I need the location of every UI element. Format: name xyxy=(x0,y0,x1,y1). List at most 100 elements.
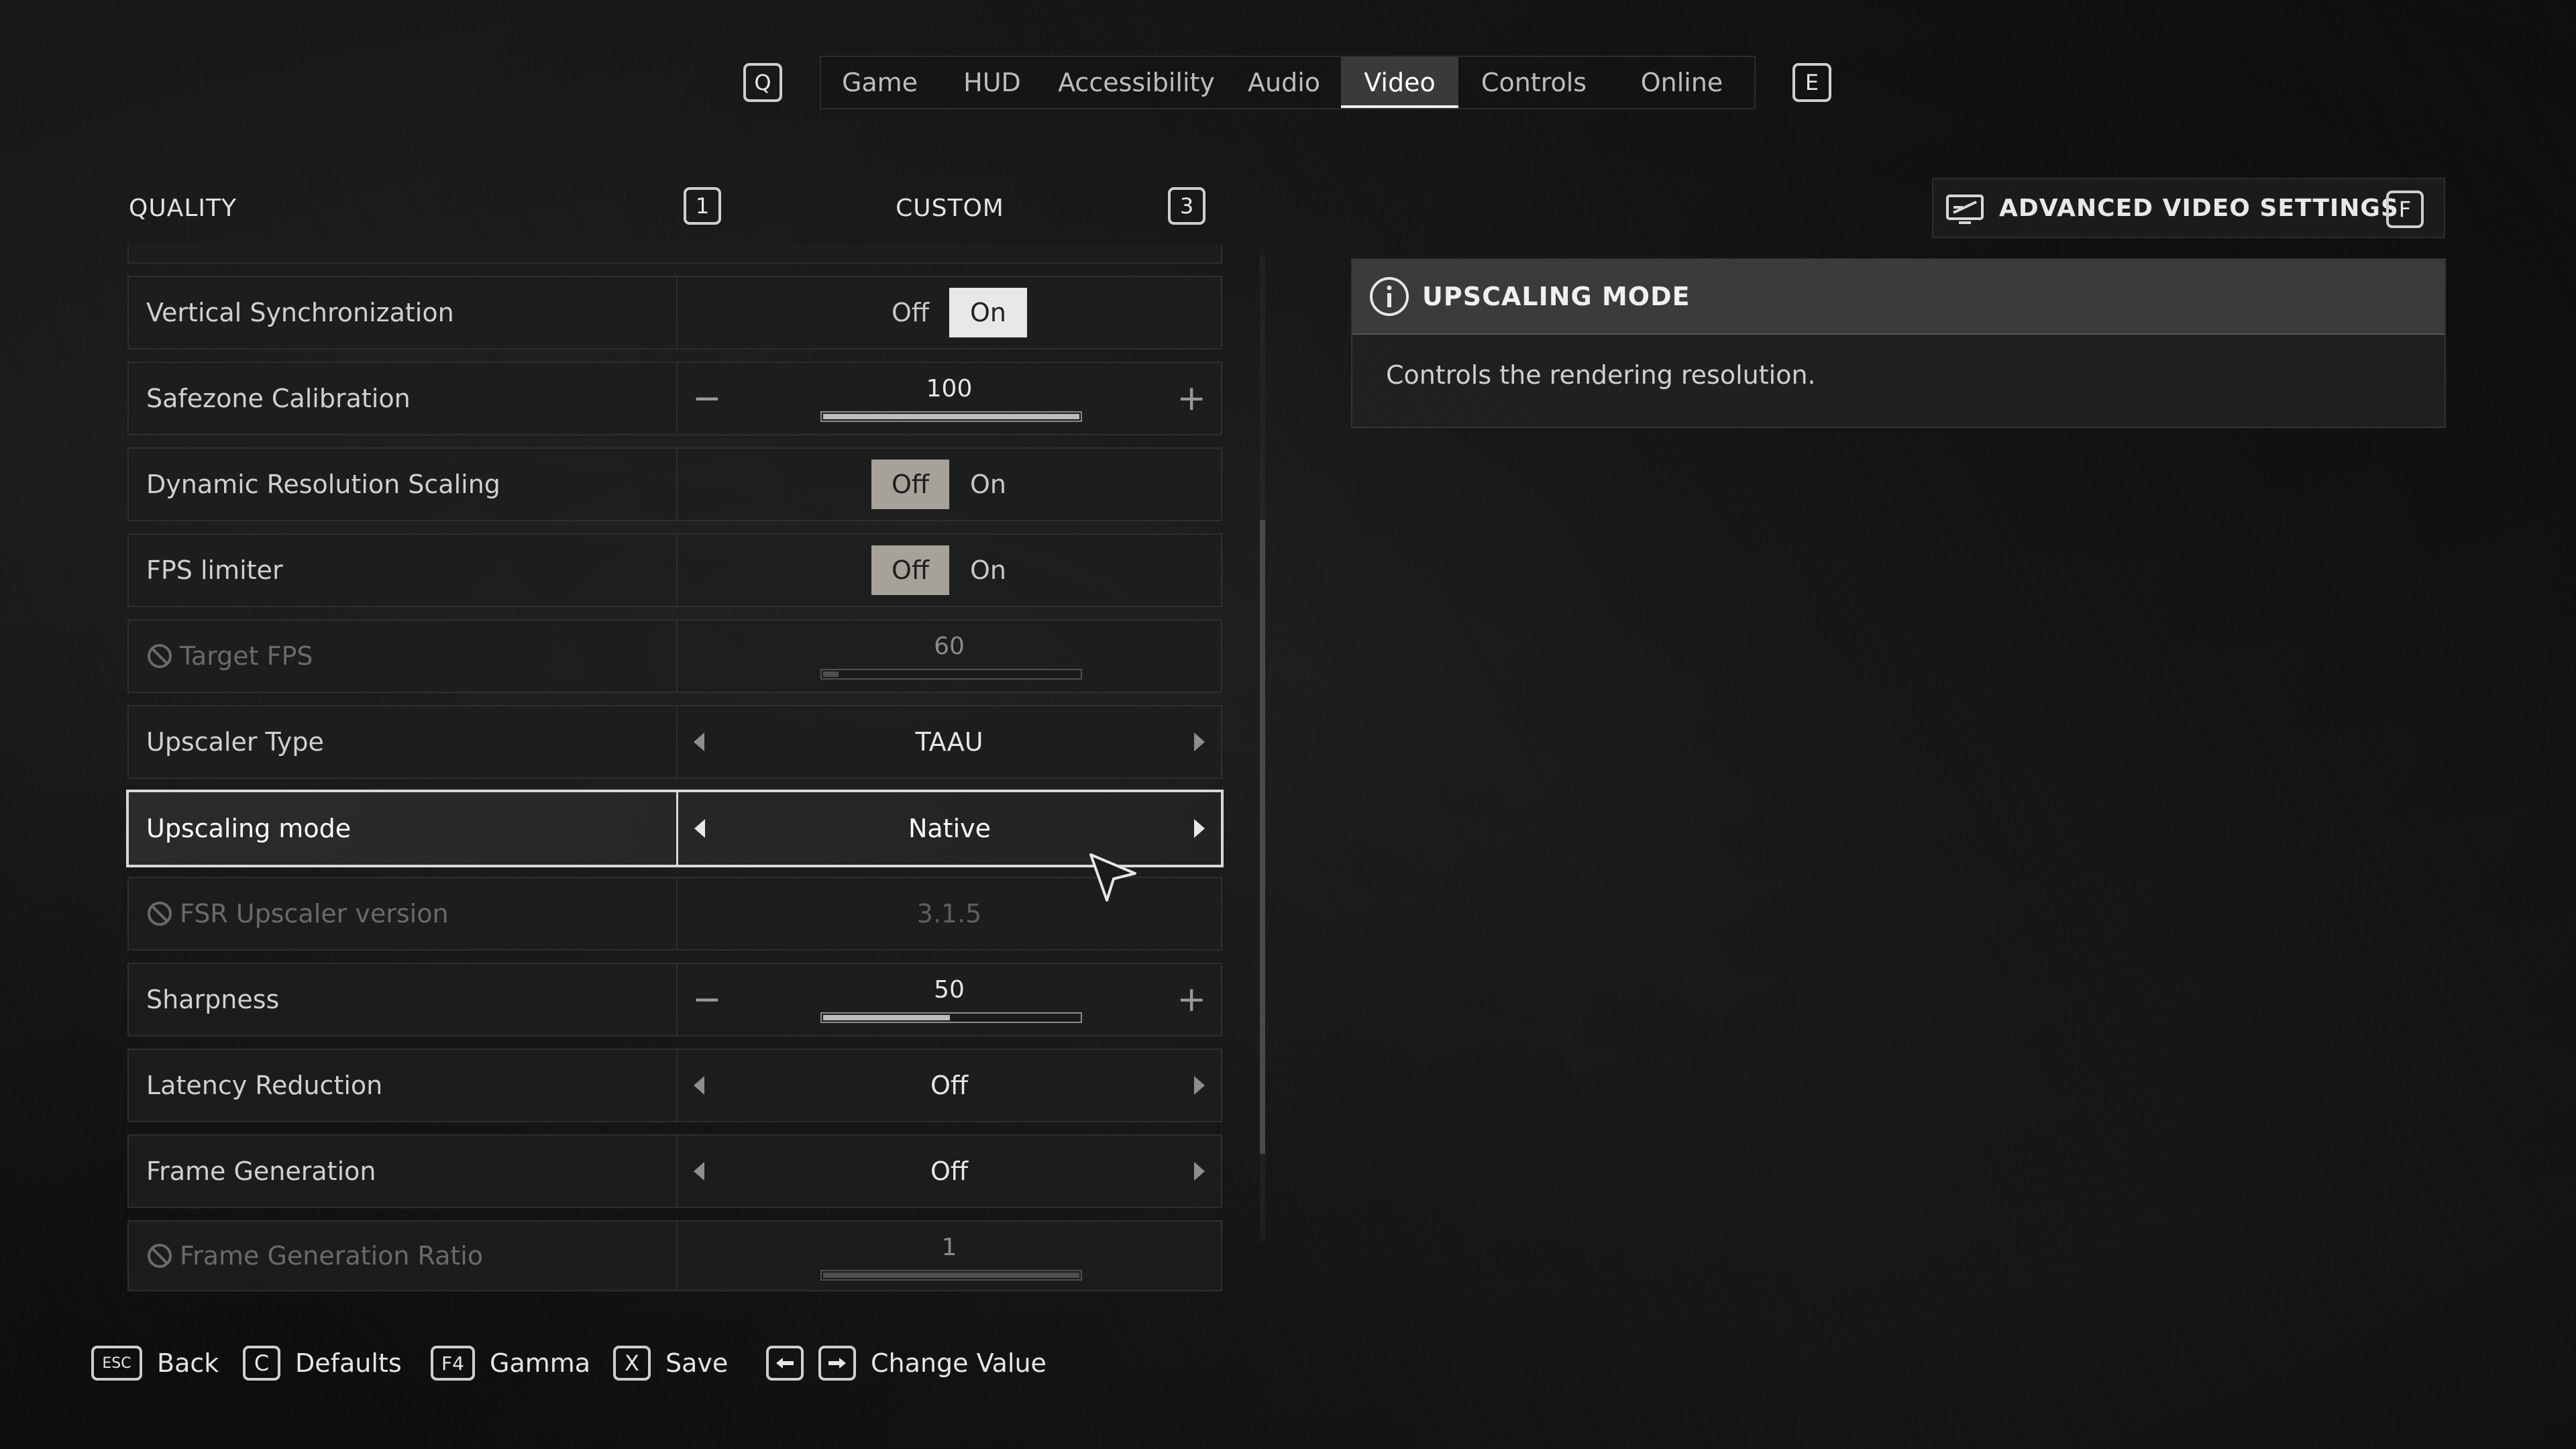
slider-track[interactable] xyxy=(820,1012,1082,1023)
setting-label: Vertical Synchronization xyxy=(146,298,454,327)
tab-video[interactable]: Video xyxy=(1341,57,1458,108)
setting-label-wrap: FSR Upscaler version xyxy=(146,878,449,949)
setting-row-latency-reduction[interactable]: Latency Reduction Off xyxy=(127,1049,1222,1122)
toggle-control[interactable]: Off On xyxy=(676,449,1221,520)
setting-row-target-fps: Target FPS 60 xyxy=(127,619,1222,693)
defaults-hint[interactable]: C Defaults xyxy=(243,1342,402,1385)
setting-label: Dynamic Resolution Scaling xyxy=(146,470,500,499)
arrow-right-icon[interactable] xyxy=(1194,1076,1205,1095)
toggle-off-option[interactable]: Off xyxy=(871,545,949,595)
info-icon xyxy=(1370,277,1409,316)
esc-key-label: ESC xyxy=(102,1354,131,1372)
slider-control: 1 xyxy=(676,1222,1221,1290)
back-label: Back xyxy=(157,1348,219,1378)
setting-row-upscaler-type[interactable]: Upscaler Type TAAU xyxy=(127,705,1222,779)
slider-fill xyxy=(823,672,839,677)
tab-hud[interactable]: HUD xyxy=(938,57,1046,108)
selector-control[interactable]: Off xyxy=(676,1050,1221,1121)
advanced-video-settings-button[interactable]: ADVANCED VIDEO SETTINGS F xyxy=(1932,178,2445,238)
disabled-icon xyxy=(148,644,172,668)
info-panel: UPSCALING MODE Controls the rendering re… xyxy=(1351,258,2446,428)
arrow-right-icon[interactable] xyxy=(1194,1162,1205,1181)
setting-row-frame-generation[interactable]: Frame Generation Off xyxy=(127,1134,1222,1208)
quality-next-key-label: 3 xyxy=(1179,193,1194,219)
setting-label: Upscaling mode xyxy=(146,814,352,843)
quality-prev-key[interactable]: 1 xyxy=(684,187,721,225)
tab-game[interactable]: Game xyxy=(821,57,938,108)
save-hint[interactable]: X Save xyxy=(613,1342,728,1385)
arrow-right-icon[interactable] xyxy=(1194,733,1205,751)
info-header: UPSCALING MODE xyxy=(1352,260,2445,335)
selector-control[interactable]: TAAU xyxy=(676,706,1221,777)
quality-next-key[interactable]: 3 xyxy=(1168,187,1205,225)
quality-label: QUALITY xyxy=(129,195,237,222)
arrow-left-key-icon xyxy=(776,1358,794,1368)
arrow-right-key-icon xyxy=(828,1358,846,1368)
toggle-control[interactable]: Off On xyxy=(676,535,1221,606)
arrow-right-icon[interactable] xyxy=(1194,819,1205,838)
toggle-off-option[interactable]: Off xyxy=(871,288,949,337)
slider-value: 50 xyxy=(934,976,965,1004)
setting-row-fps-limiter[interactable]: FPS limiter Off On xyxy=(127,533,1222,607)
back-hint[interactable]: ESC Back xyxy=(91,1342,219,1385)
c-key-label: C xyxy=(254,1350,270,1376)
prev-tab-key[interactable]: Q xyxy=(743,63,782,102)
slider-track xyxy=(820,669,1082,680)
tab-controls[interactable]: Controls xyxy=(1458,57,1609,108)
gamma-label: Gamma xyxy=(490,1348,591,1378)
increment-button[interactable]: + xyxy=(1177,381,1206,416)
disabled-icon xyxy=(148,1244,172,1268)
slider-fill xyxy=(823,1273,1079,1278)
tab-online[interactable]: Online xyxy=(1609,57,1754,108)
next-tab-key-label: E xyxy=(1805,70,1819,95)
setting-row-safezone[interactable]: Safezone Calibration − 100 + xyxy=(127,362,1222,435)
setting-label: Frame Generation xyxy=(146,1157,376,1186)
slider-track[interactable] xyxy=(820,411,1082,422)
setting-row-dynamic-resolution[interactable]: Dynamic Resolution Scaling Off On xyxy=(127,447,1222,521)
setting-row-fsr-version: FSR Upscaler version 3.1.5 xyxy=(127,877,1222,951)
slider-value: 1 xyxy=(941,1234,957,1261)
selector-control[interactable]: Off xyxy=(676,1136,1221,1207)
slider-track xyxy=(820,1270,1082,1281)
monitor-settings-icon xyxy=(1946,195,1984,224)
setting-label: FSR Upscaler version xyxy=(180,899,449,928)
left-arrow-key xyxy=(766,1346,804,1381)
selector-value: TAAU xyxy=(915,727,983,757)
setting-label: Upscaler Type xyxy=(146,727,324,757)
quality-value: CUSTOM xyxy=(896,195,1004,222)
c-key: C xyxy=(243,1346,280,1381)
tab-bar: Game HUD Accessibility Audio Video Contr… xyxy=(820,56,1756,109)
slider-control[interactable]: − 100 + xyxy=(676,363,1221,434)
right-arrow-key xyxy=(818,1346,856,1381)
toggle-on-option[interactable]: On xyxy=(949,545,1027,595)
gamma-hint[interactable]: F4 Gamma xyxy=(431,1342,590,1385)
selector-value: Off xyxy=(930,1157,969,1186)
x-key-label: X xyxy=(625,1350,639,1376)
setting-label: FPS limiter xyxy=(146,555,283,585)
setting-row-vsync[interactable]: Vertical Synchronization Off On xyxy=(127,276,1222,350)
x-key: X xyxy=(613,1346,651,1381)
toggle-on-option[interactable]: On xyxy=(949,460,1027,509)
slider-control[interactable]: − 50 + xyxy=(676,964,1221,1035)
setting-row-upscaling-mode[interactable]: Upscaling mode Native xyxy=(126,790,1224,867)
toggle-control[interactable]: Off On xyxy=(676,277,1221,348)
toggle-on-option[interactable]: On xyxy=(949,288,1027,337)
setting-row-sharpness[interactable]: Sharpness − 50 + xyxy=(127,963,1222,1036)
slider-fill xyxy=(823,414,1079,419)
setting-label: Latency Reduction xyxy=(146,1071,383,1100)
f4-key: F4 xyxy=(431,1346,475,1381)
increment-button[interactable]: + xyxy=(1177,982,1206,1017)
tab-audio[interactable]: Audio xyxy=(1227,57,1341,108)
selector-control: 3.1.5 xyxy=(676,878,1221,949)
next-tab-key[interactable]: E xyxy=(1792,63,1831,102)
scrollbar-thumb[interactable] xyxy=(1260,520,1265,1154)
partial-row xyxy=(127,245,1222,264)
esc-key: ESC xyxy=(91,1346,142,1381)
slider-value: 60 xyxy=(934,633,965,660)
setting-row-frame-generation-ratio: Frame Generation Ratio 1 xyxy=(127,1220,1222,1291)
tab-accessibility[interactable]: Accessibility xyxy=(1046,57,1227,108)
change-value-hint[interactable]: Change Value xyxy=(766,1342,1046,1385)
selector-control[interactable]: Native xyxy=(676,792,1221,865)
disabled-icon xyxy=(148,902,172,926)
toggle-off-option[interactable]: Off xyxy=(871,460,949,509)
